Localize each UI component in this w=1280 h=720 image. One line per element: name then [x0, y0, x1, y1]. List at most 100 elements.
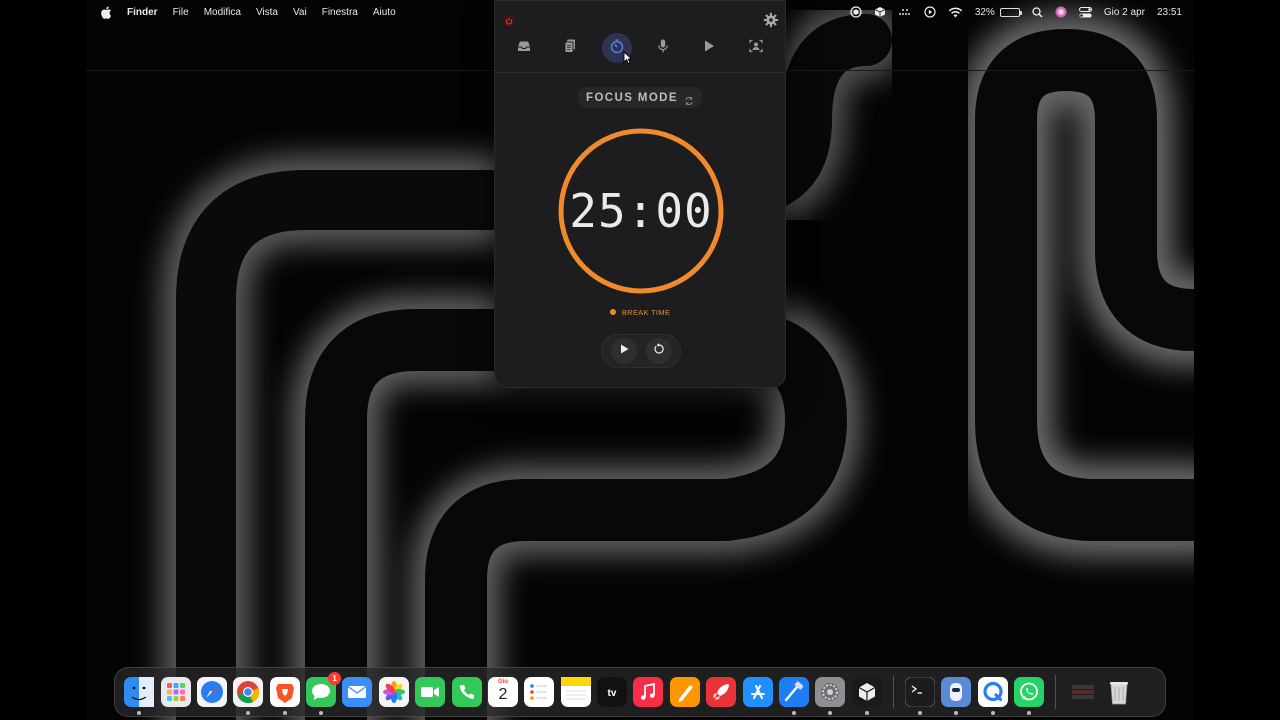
running-indicator	[828, 711, 833, 715]
whatsapp-icon	[1014, 677, 1045, 707]
menu-go[interactable]: Vai	[293, 7, 307, 18]
tab-clipboard[interactable]	[555, 33, 585, 63]
tab-inbox[interactable]	[509, 33, 539, 63]
session-status: BREAK TIME	[495, 305, 785, 319]
gear-icon[interactable]	[763, 12, 779, 28]
mode-pill[interactable]: FOCUS MODE	[577, 87, 703, 108]
dock-app-tv[interactable]: tv	[597, 677, 628, 707]
start-button[interactable]	[610, 338, 637, 364]
reminders-icon	[524, 677, 555, 707]
reset-icon	[653, 342, 665, 360]
menu-time[interactable]: 23:51	[1157, 7, 1182, 18]
brave-icon	[269, 677, 300, 707]
dock-app-app-store[interactable]	[742, 677, 773, 707]
battery-indicator[interactable]: 32%	[974, 6, 1022, 18]
spotlight-search-icon[interactable]	[1032, 6, 1043, 18]
calendar-icon: Gio 2	[487, 677, 518, 707]
dock-app-pages[interactable]	[669, 677, 700, 707]
control-center-icon[interactable]	[1078, 6, 1092, 18]
dock-app-telefono[interactable]	[451, 677, 482, 707]
apple-menu-icon[interactable]	[100, 5, 112, 19]
tab-user[interactable]	[741, 33, 771, 63]
dock-app-foto[interactable]	[378, 677, 409, 707]
rocket-icon	[706, 677, 737, 707]
dots-grid-icon[interactable]	[898, 7, 912, 17]
menu-edit[interactable]: Modifica	[204, 7, 241, 18]
power-icon[interactable]	[503, 14, 515, 27]
dock-app-documenti[interactable]	[1068, 677, 1098, 707]
dock-app-terminale[interactable]	[904, 676, 936, 715]
battery-percent: 32%	[974, 6, 995, 18]
dock-app-mail[interactable]	[342, 677, 373, 707]
dock-app-launchpad[interactable]	[160, 677, 191, 707]
running-indicator	[864, 711, 869, 715]
tab-microphone[interactable]	[648, 33, 678, 63]
dock-app-brave[interactable]	[269, 677, 300, 715]
dock-app-messaggi[interactable]: 1	[306, 672, 342, 715]
menu-help[interactable]: Aiuto	[373, 7, 396, 18]
photos-icon	[378, 677, 409, 707]
ollama-icon	[941, 677, 972, 707]
calendar-date: 2	[498, 686, 508, 703]
menu-date[interactable]: Gio 2 apr	[1104, 7, 1145, 18]
stack-icon	[1068, 677, 1098, 707]
dock-app-ollama[interactable]	[941, 677, 972, 715]
tab-play[interactable]	[694, 33, 724, 63]
menu-app-name[interactable]: Finder	[127, 7, 158, 18]
dock-app-musica[interactable]	[633, 677, 664, 707]
dock-app-note[interactable]	[560, 677, 591, 707]
record-icon[interactable]	[850, 6, 862, 18]
facetime-icon	[415, 677, 446, 707]
reset-button[interactable]	[645, 338, 672, 364]
box-icon[interactable]	[874, 6, 886, 18]
cycle-icon	[684, 93, 694, 105]
dock-app-unity[interactable]	[851, 677, 882, 715]
clipboard-icon	[562, 38, 578, 59]
mail-icon	[342, 677, 373, 707]
terminal-icon	[904, 676, 936, 708]
play-circle-icon[interactable]	[924, 6, 936, 18]
dock-app-safari[interactable]	[196, 677, 227, 707]
dock-app-impostazioni[interactable]	[815, 677, 846, 715]
phone-icon	[451, 677, 482, 707]
dock-app-cestino[interactable]	[1104, 677, 1134, 707]
menu-view[interactable]: Vista	[256, 7, 278, 18]
music-icon	[633, 677, 664, 707]
notification-badge: 1	[328, 672, 342, 685]
dock-app-calendario[interactable]: Gio 2	[487, 677, 518, 707]
trash-icon	[1104, 677, 1134, 707]
menu-file[interactable]: File	[173, 7, 189, 18]
panel-tabs	[495, 33, 785, 63]
menu-window[interactable]: Finestra	[322, 7, 358, 18]
dock-app-chrome[interactable]	[233, 677, 264, 715]
dock-separator	[892, 675, 894, 709]
play-icon	[618, 342, 630, 360]
running-indicator	[1027, 711, 1032, 715]
settings-icon	[815, 677, 846, 707]
dock-app-rocketsim[interactable]	[706, 677, 737, 707]
play-icon	[701, 38, 717, 59]
dock-app-promemoria[interactable]	[524, 677, 555, 707]
q-icon	[977, 677, 1008, 707]
launchpad-icon	[160, 677, 191, 707]
running-indicator	[137, 711, 142, 715]
running-indicator	[246, 711, 251, 715]
wifi-icon[interactable]	[948, 7, 963, 18]
running-indicator	[282, 711, 287, 715]
siri-icon[interactable]	[1055, 6, 1067, 18]
dock-trailing	[1064, 677, 1137, 707]
pages-icon	[669, 677, 700, 707]
dock-app-xcode[interactable]	[778, 677, 809, 715]
finder-icon	[124, 677, 155, 707]
dock-separator	[1055, 675, 1057, 709]
user-frame-icon	[748, 38, 764, 59]
dock-app-whatsapp[interactable]	[1014, 677, 1045, 715]
dock: 1 Gio 2 tv	[114, 667, 1166, 717]
dock-recent-apps	[902, 676, 1048, 715]
dock-app-finder[interactable]	[124, 677, 155, 715]
running-indicator	[918, 711, 923, 715]
dock-app-quick[interactable]	[977, 677, 1008, 715]
desktop: Finder File Modifica Vista Vai Finestra …	[86, 0, 1194, 720]
safari-icon	[196, 677, 227, 707]
dock-app-facetime[interactable]	[415, 677, 446, 707]
